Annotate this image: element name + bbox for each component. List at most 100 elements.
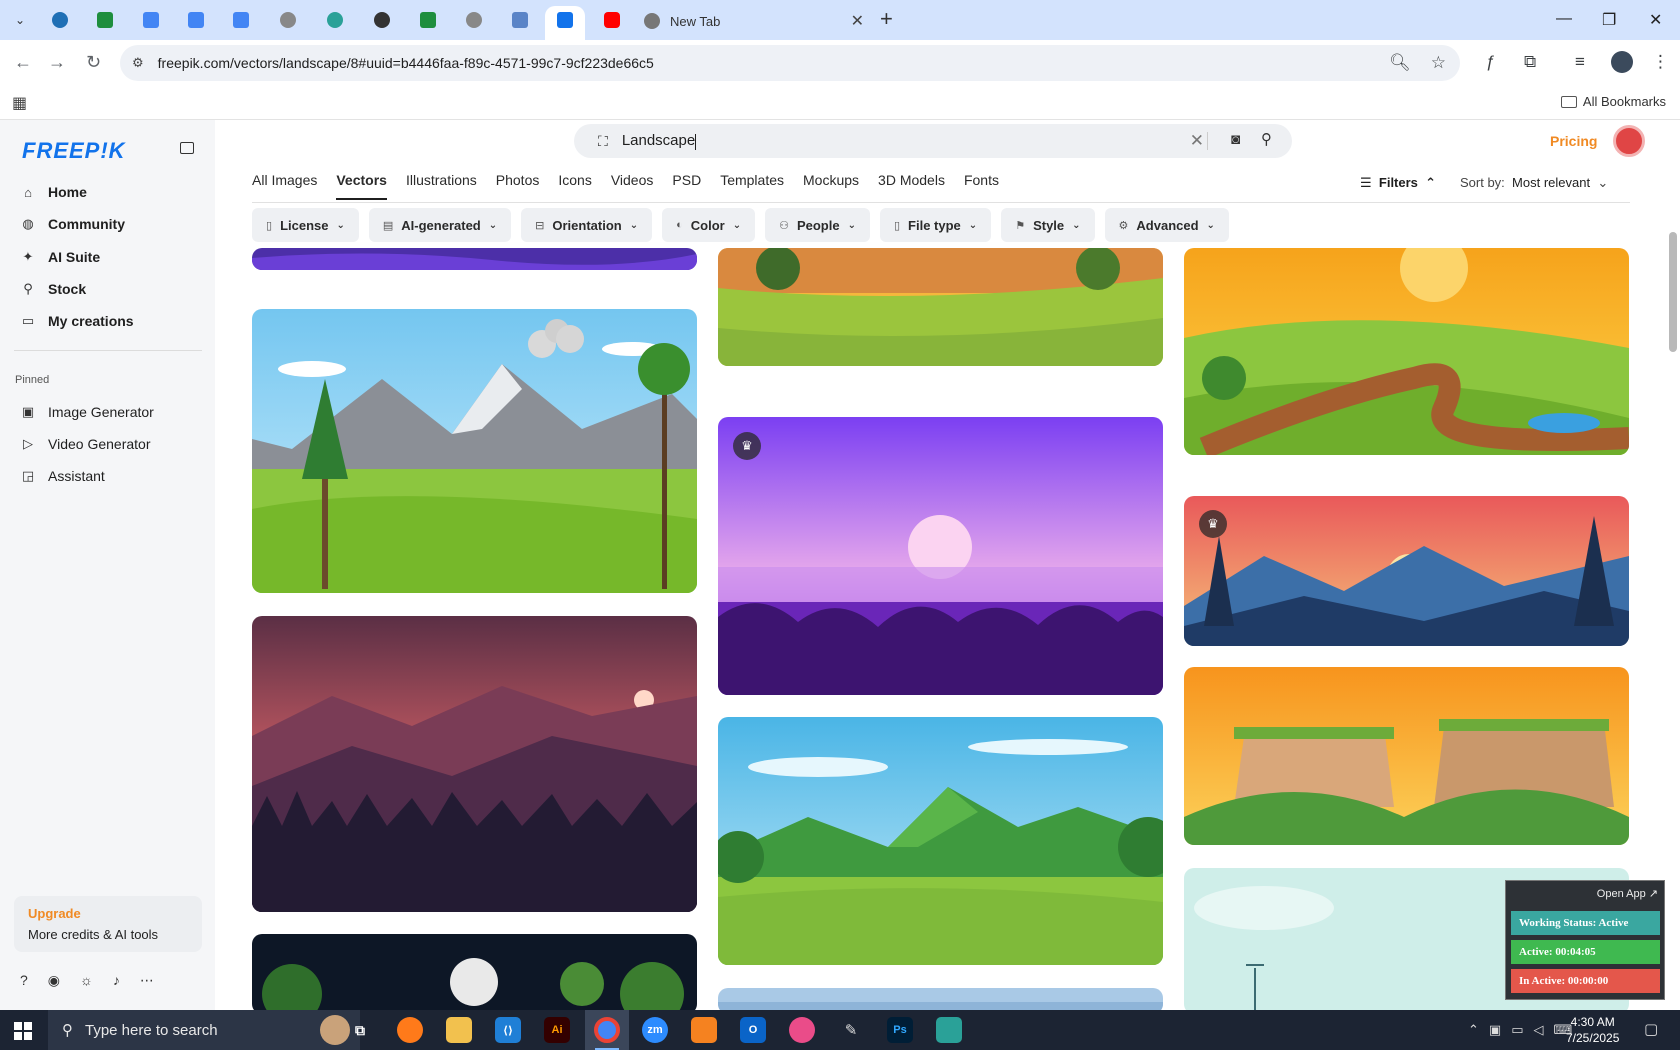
zoom-app-icon[interactable]: zm — [642, 1017, 668, 1043]
image-card[interactable] — [718, 248, 1163, 366]
category-tab[interactable]: PSD — [672, 172, 701, 200]
image-card[interactable] — [252, 616, 697, 912]
filter-chip[interactable]: ◐ Color ⌄ — [662, 208, 756, 242]
upgrade-card[interactable]: Upgrade More credits & AI tools — [14, 896, 202, 952]
open-app-link[interactable]: Open App ↗ — [1597, 887, 1658, 900]
sidebar-item-video-generator[interactable]: ▷ Video Generator — [20, 436, 150, 452]
app-orange-icon[interactable] — [691, 1017, 717, 1043]
bookmark-star-icon[interactable]: ☆ — [1431, 53, 1446, 73]
tab-grid-icon[interactable] — [508, 8, 532, 32]
close-window-icon[interactable]: ✕ — [1649, 10, 1662, 30]
reload-icon[interactable]: ↻ — [86, 52, 101, 73]
tab-sheets-icon[interactable] — [93, 8, 117, 32]
clear-search-icon[interactable]: ✕ — [1190, 131, 1204, 151]
back-icon[interactable]: ← — [14, 52, 32, 73]
scrollbar-thumb[interactable] — [1669, 232, 1677, 352]
zoom-icon[interactable]: 🔍︎ — [1389, 53, 1411, 73]
pen-tool-icon[interactable]: ✎ — [838, 1017, 864, 1043]
start-windows-icon[interactable] — [14, 1022, 32, 1040]
tab-freepik-icon[interactable] — [553, 8, 577, 32]
image-card[interactable] — [1184, 496, 1629, 646]
discord-icon[interactable]: ◉ — [48, 972, 60, 989]
app-teal-icon[interactable] — [936, 1017, 962, 1043]
theme-toggle-icon[interactable]: ☼ — [80, 972, 93, 989]
sort-dropdown[interactable]: Sort by: Most relevant ⌄ — [1460, 175, 1608, 191]
image-card[interactable] — [252, 248, 697, 270]
tab-docs-icon-2[interactable] — [184, 8, 208, 32]
filter-chip[interactable]: ⊟ Orientation ⌄ — [521, 208, 653, 242]
sidebar-item-community[interactable]: ◍ Community — [20, 216, 125, 232]
category-tab[interactable]: Illustrations — [406, 172, 477, 200]
vscode-icon[interactable]: ⟨⟩ — [495, 1017, 521, 1043]
sidebar-item-home[interactable]: ⌂ Home — [20, 184, 87, 200]
tab-docs-icon[interactable] — [139, 8, 163, 32]
more-icon[interactable]: ⋯ — [140, 972, 154, 989]
sidebar-collapse-icon[interactable] — [180, 142, 194, 154]
tab-docs-icon-3[interactable] — [229, 8, 253, 32]
volume-icon[interactable]: ◁ — [1534, 1022, 1544, 1038]
help-icon[interactable]: ? — [20, 972, 28, 989]
tab-list-icon[interactable]: ⌄ — [8, 8, 32, 32]
tab-openai-icon[interactable] — [370, 8, 394, 32]
tray-up-icon[interactable]: ⌃ — [1468, 1022, 1479, 1038]
category-tab[interactable]: Vectors — [336, 172, 387, 200]
category-tab[interactable]: Photos — [496, 172, 540, 200]
filter-chip[interactable]: ⚑ Style ⌄ — [1001, 208, 1095, 242]
scan-icon[interactable]: ⛶ — [598, 133, 608, 150]
extension-f-icon[interactable]: ƒ — [1486, 52, 1495, 72]
scrollbar[interactable] — [1666, 120, 1680, 1010]
tab-new-tab[interactable]: New Tab ✕ — [640, 6, 872, 36]
sidebar-item-ai-suite[interactable]: ✦ AI Suite — [20, 249, 101, 265]
image-card[interactable] — [252, 309, 697, 593]
outlook-icon[interactable]: O — [740, 1017, 766, 1043]
notification-icon[interactable]: ▢ — [1644, 1020, 1658, 1038]
pricing-link[interactable]: Pricing — [1550, 133, 1597, 149]
sidebar-item-assistant[interactable]: ◲ Assistant — [20, 468, 105, 484]
taskbar-search[interactable]: ⚲ Type here to search — [48, 1010, 360, 1050]
category-tab[interactable]: All Images — [252, 172, 317, 200]
creative-cloud-icon[interactable] — [789, 1017, 815, 1043]
tab-sheets-icon-2[interactable] — [416, 8, 440, 32]
extensions-puzzle-icon[interactable]: ⧉ — [1524, 52, 1536, 72]
illustrator-icon[interactable]: Ai — [544, 1017, 570, 1043]
omnibox[interactable]: ⚙ freepik.com/vectors/landscape/8#uuid=b… — [120, 45, 1460, 81]
image-card[interactable] — [718, 417, 1163, 695]
notification-bell-icon[interactable]: ♪ — [113, 972, 120, 989]
image-card[interactable] — [252, 934, 697, 1010]
sidebar-item-image-generator[interactable]: ▣ Image Generator — [20, 404, 154, 420]
user-avatar[interactable] — [1613, 125, 1645, 157]
all-bookmarks-button[interactable]: All Bookmarks — [1560, 94, 1666, 109]
restore-icon[interactable]: ❐ — [1602, 10, 1616, 30]
menu-kebab-icon[interactable]: ⋮ — [1652, 52, 1669, 72]
search-bar[interactable]: ⛶ Landscape ✕ ◙ ⚲ — [574, 124, 1292, 158]
category-tab[interactable]: Templates — [720, 172, 784, 200]
profile-avatar[interactable] — [1611, 51, 1633, 73]
tab-globe-icon[interactable] — [276, 8, 300, 32]
filter-chip[interactable]: ⚙ Advanced ⌄ — [1104, 208, 1229, 242]
task-view-icon[interactable]: ⧉ — [347, 1017, 373, 1043]
freepik-logo[interactable]: FREEP!K — [22, 138, 126, 164]
url-text[interactable]: freepik.com/vectors/landscape/8#uuid=b44… — [158, 55, 654, 71]
close-tab-icon[interactable]: ✕ — [851, 11, 864, 31]
category-tab[interactable]: Videos — [611, 172, 654, 200]
category-tab[interactable]: Icons — [558, 172, 591, 200]
file-explorer-icon[interactable] — [446, 1017, 472, 1043]
chrome-icon[interactable] — [594, 1017, 620, 1043]
taskbar-clock[interactable]: 4:30 AM 7/25/2025 — [1566, 1014, 1619, 1046]
filter-chip[interactable]: ▯ License ⌄ — [252, 208, 359, 242]
apps-grid-icon[interactable]: ▦ — [12, 93, 27, 113]
image-card[interactable] — [1184, 667, 1629, 845]
category-tab[interactable]: 3D Models — [878, 172, 945, 200]
filter-chip[interactable]: ▤ AI-generated ⌄ — [368, 208, 512, 242]
site-info-icon[interactable]: ⚙ — [132, 55, 144, 71]
forward-icon[interactable]: → — [48, 52, 66, 73]
tab-wordpress-icon[interactable] — [48, 8, 72, 32]
tab-youtube-icon[interactable] — [600, 8, 624, 32]
filter-chip[interactable]: ▯ File type ⌄ — [879, 208, 992, 242]
category-tab[interactable]: Mockups — [803, 172, 859, 200]
image-card[interactable] — [1184, 248, 1629, 455]
filters-toggle[interactable]: ☰ Filters ⌃ — [1360, 175, 1436, 191]
category-tab[interactable]: Fonts — [964, 172, 999, 200]
tab-globe-icon-2[interactable] — [462, 8, 486, 32]
sidebar-item-my-creations[interactable]: ▭ My creations — [20, 313, 134, 329]
